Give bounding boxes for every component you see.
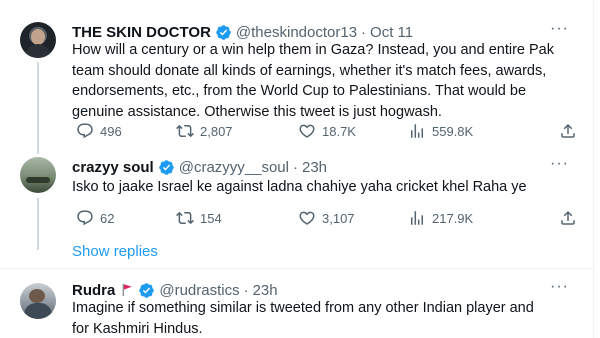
retweet-icon <box>176 124 194 138</box>
avatar-body <box>24 303 52 319</box>
separator-dot: · <box>361 23 367 41</box>
timestamp[interactable]: Oct 11 <box>370 24 413 41</box>
avatar-face <box>31 29 45 45</box>
tweet-header: THE SKIN DOCTOR @theskindoctor13 · Oct 1… <box>72 20 577 42</box>
like-count: 3,107 <box>322 210 355 226</box>
avatar[interactable] <box>20 157 56 193</box>
action-bar: 496 2,807 18.7K 559.8K <box>72 121 577 141</box>
views-count: 217.9K <box>432 210 474 226</box>
like-icon <box>299 124 315 138</box>
tweet-text-line: for Kashmiri Hindus. <box>72 320 203 337</box>
reply-button[interactable]: 62 <box>76 209 114 227</box>
avatar[interactable] <box>20 22 56 58</box>
author-name[interactable]: Rudra <box>72 282 115 299</box>
separator-dot: · <box>293 158 298 176</box>
author-handle[interactable]: @rudrastics <box>159 282 239 299</box>
separator-dot: · <box>243 281 249 299</box>
author-handle[interactable]: @theskindoctor13 <box>236 24 357 41</box>
verified-badge-icon <box>158 159 174 175</box>
retweet-icon <box>176 211 194 225</box>
tweet-text-line: genuine assistance. Otherwise this tweet… <box>72 103 442 120</box>
reply-count: 62 <box>100 210 115 226</box>
like-button[interactable]: 18.7K <box>298 122 356 140</box>
tweet-text: How will a century or a win help them in… <box>72 40 577 122</box>
like-count: 18.7K <box>322 123 356 139</box>
avatar-figure <box>26 177 50 183</box>
tweet-header: Rudra @rudrastics · 23h ··· <box>72 278 577 300</box>
thread-line <box>37 198 39 250</box>
timestamp[interactable]: 23h <box>302 159 327 176</box>
like-icon <box>299 211 315 225</box>
author-handle[interactable]: @crazyyy__soul <box>179 159 289 176</box>
views-button[interactable]: 559.8K <box>408 122 473 140</box>
tweet-text-line: endorsements, etc., from the World Cup t… <box>72 83 527 99</box>
share-button[interactable] <box>559 122 577 145</box>
tweet-text: Imagine if something similar is tweeted … <box>72 298 577 338</box>
red-flag-icon <box>122 283 133 297</box>
reply-button[interactable]: 496 <box>76 122 122 140</box>
thread-line <box>37 62 39 154</box>
verified-badge-icon <box>139 282 155 298</box>
avatar-figure <box>29 289 45 303</box>
show-replies-link[interactable]: Show replies <box>72 243 158 260</box>
views-icon <box>411 124 423 138</box>
divider <box>0 268 593 269</box>
more-icon[interactable]: ··· <box>550 278 569 296</box>
more-icon[interactable]: ··· <box>550 155 569 173</box>
tweet-text: Isko to jaake Israel ke against ladna ch… <box>72 177 577 198</box>
retweet-button[interactable]: 154 <box>176 209 222 227</box>
share-icon <box>561 123 575 138</box>
views-icon <box>411 211 423 225</box>
reply-icon <box>77 210 93 226</box>
views-count: 559.8K <box>432 123 474 139</box>
retweet-count: 2,807 <box>200 123 233 139</box>
conversation-timeline: THE SKIN DOCTOR @theskindoctor13 · Oct 1… <box>0 0 594 338</box>
avatar[interactable] <box>20 283 56 319</box>
tweet-text-line: How will a century or a win help them in… <box>72 42 554 58</box>
retweet-count: 154 <box>200 210 222 226</box>
reply-count: 496 <box>100 123 122 139</box>
reply-icon <box>77 123 93 139</box>
retweet-button[interactable]: 2,807 <box>176 122 233 140</box>
share-button[interactable] <box>559 209 577 232</box>
verified-badge-icon <box>216 24 231 40</box>
share-icon <box>561 210 575 225</box>
tweet-text-line: Imagine if something similar is tweeted … <box>72 300 534 316</box>
tweet-text-line: team should donate all kinds of earnings… <box>72 62 547 79</box>
avatar-body <box>25 44 51 58</box>
tweet-text-line: Isko to jaake Israel ke against ladna ch… <box>72 179 527 195</box>
views-button[interactable]: 217.9K <box>408 209 473 227</box>
tweet-header: crazyy soul @crazyyy__soul · 23h ··· <box>72 155 577 177</box>
author-name[interactable]: crazyy soul <box>72 159 154 176</box>
more-icon[interactable]: ··· <box>550 20 569 38</box>
timestamp[interactable]: 23h <box>253 282 278 299</box>
like-button[interactable]: 3,107 <box>298 209 355 227</box>
action-bar: 62 154 3,107 217.9K <box>72 208 577 228</box>
author-name[interactable]: THE SKIN DOCTOR <box>72 24 211 41</box>
